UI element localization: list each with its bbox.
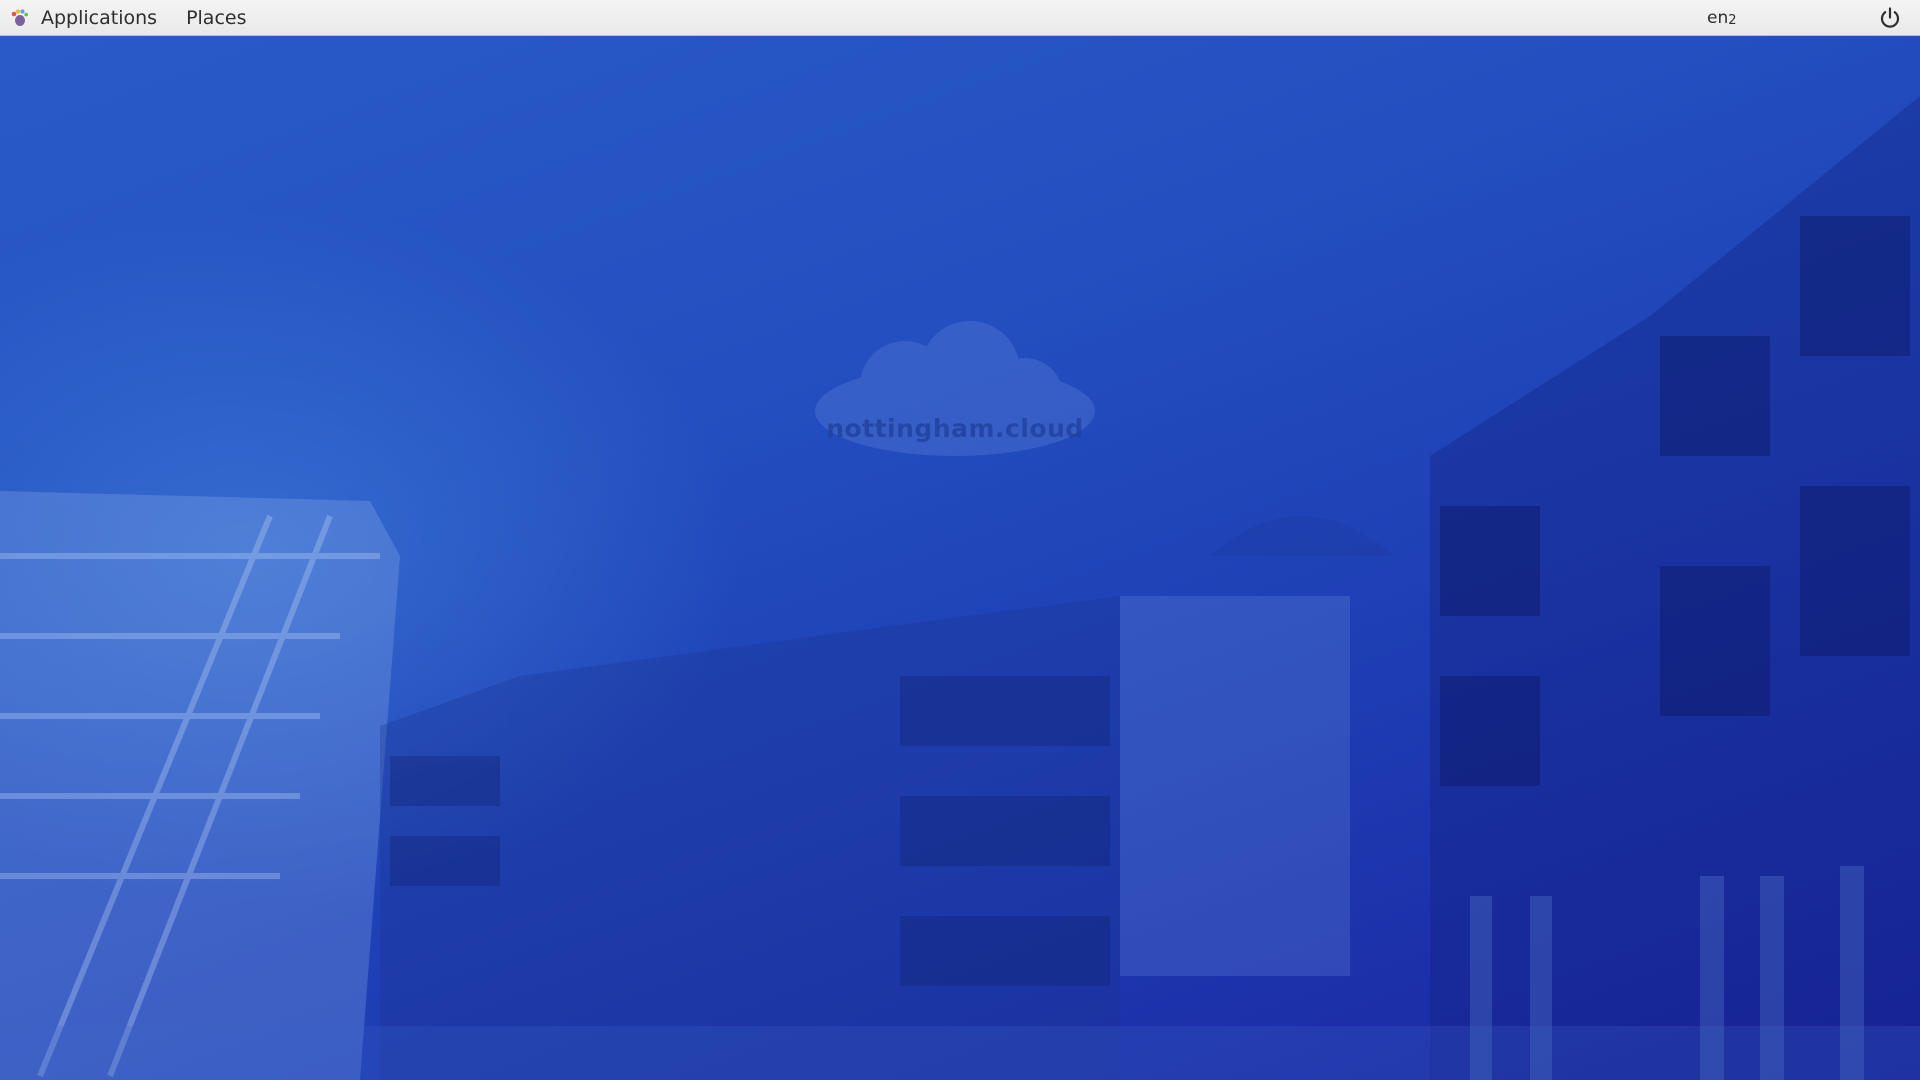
- top-panel: Applications Places en 2: [0, 0, 1920, 36]
- wallpaper-logo: nottingham.cloud: [810, 316, 1100, 466]
- applications-label: Applications: [41, 6, 158, 29]
- cloud-icon: [815, 321, 1095, 456]
- gnome-foot-icon: [10, 8, 30, 28]
- places-label: Places: [186, 6, 247, 29]
- wallpaper-brand-text: nottingham.cloud: [826, 414, 1084, 443]
- keyboard-layout-indicator[interactable]: en 2: [1707, 0, 1737, 36]
- wallpaper-buildings-illustration: [0, 96, 1920, 1080]
- keyboard-layout-index: 2: [1728, 12, 1737, 28]
- desktop-background[interactable]: nottingham.cloud: [0, 36, 1920, 1080]
- applications-menu[interactable]: Applications: [10, 0, 157, 36]
- power-icon[interactable]: [1878, 6, 1902, 30]
- places-menu[interactable]: Places: [186, 0, 246, 36]
- desktop-screen: Applications Places en 2 nottingham.clou…: [0, 0, 1920, 1080]
- keyboard-layout-label: en: [1707, 8, 1729, 28]
